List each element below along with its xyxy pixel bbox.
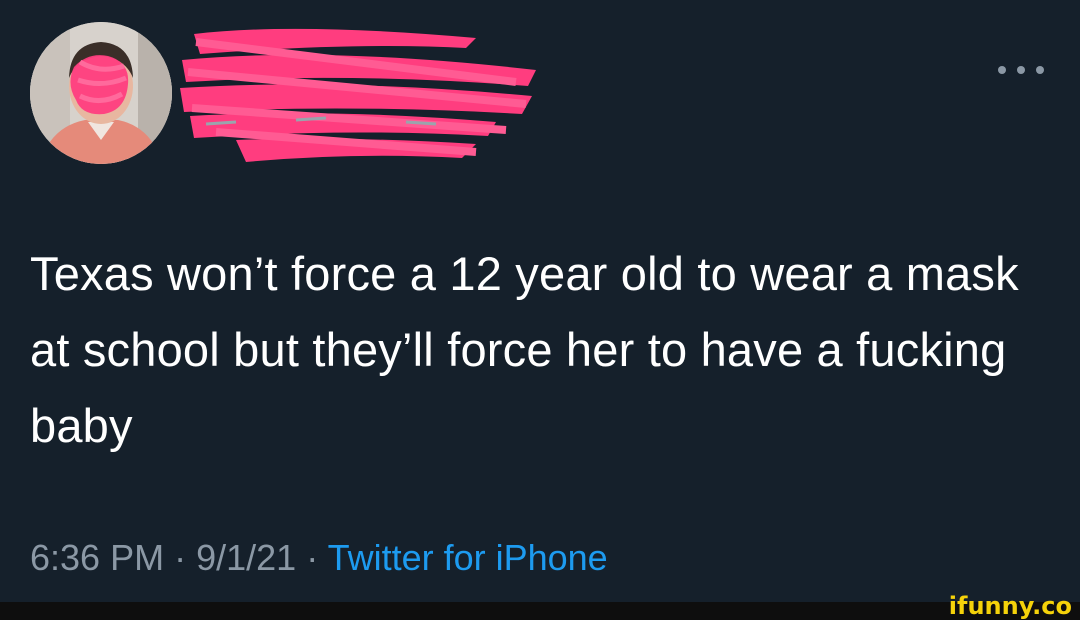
- watermark-logo: ifunny.co: [948, 592, 1072, 620]
- tweet-metadata: 6:36 PM · 9/1/21 · Twitter for iPhone: [30, 530, 608, 586]
- more-dot-icon: [1036, 66, 1044, 74]
- tweet-date[interactable]: 9/1/21: [196, 537, 296, 578]
- tweet-source-link[interactable]: Twitter for iPhone: [328, 537, 608, 578]
- redacted-username: [180, 28, 536, 162]
- more-dot-icon: [1017, 66, 1025, 74]
- more-dot-icon: [998, 66, 1006, 74]
- more-options-icon[interactable]: [998, 60, 1044, 80]
- tweet-text: Texas won’t force a 12 year old to wear …: [30, 247, 1019, 452]
- separator: ·: [306, 537, 319, 578]
- avatar-image: [30, 22, 172, 164]
- separator: ·: [174, 537, 187, 578]
- tweet-time[interactable]: 6:36 PM: [30, 537, 164, 578]
- avatar[interactable]: [30, 22, 172, 164]
- tweet-card: Texas won’t force a 12 year old to wear …: [0, 0, 1080, 602]
